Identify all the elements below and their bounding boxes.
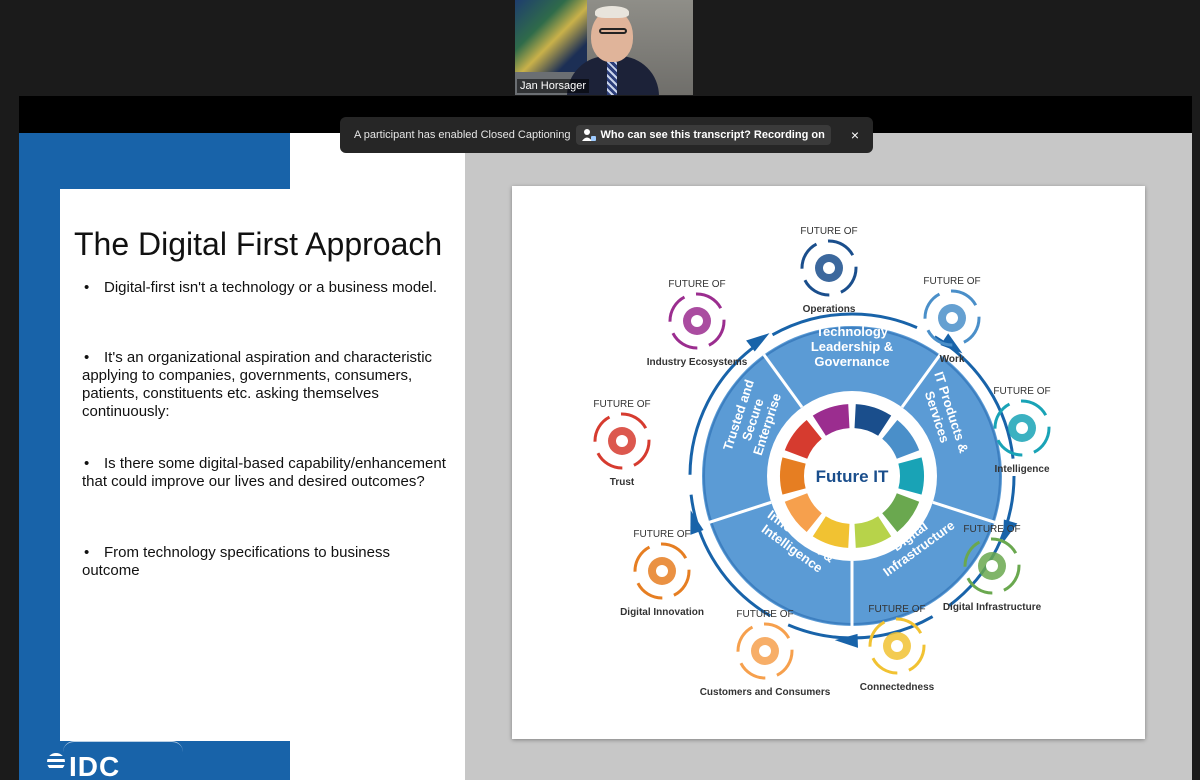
future-it-diagram-svg: TechnologyLeadership &GovernanceIT Produ… bbox=[593, 226, 1050, 698]
slide-blue-left-strip bbox=[19, 133, 60, 780]
icon-center bbox=[946, 312, 958, 324]
satellite-label: Operations bbox=[803, 304, 856, 315]
slide-bullet: • From technology specifications to busi… bbox=[82, 544, 447, 580]
bullet-dot: • bbox=[84, 544, 90, 561]
satellite-label: Digital Innovation bbox=[620, 607, 704, 618]
future-of-label: FUTURE OF bbox=[993, 386, 1050, 397]
segment-label-line: Technology bbox=[816, 324, 889, 339]
icon-center bbox=[986, 560, 998, 572]
segment-label-line: Leadership & bbox=[811, 339, 893, 354]
slide-bullet: • Is there some digital-based capability… bbox=[82, 455, 447, 491]
satellite-industry-ecosystems: FUTURE OF Industry Ecosystems bbox=[647, 279, 748, 368]
icon-center bbox=[656, 565, 668, 577]
future-of-label: FUTURE OF bbox=[736, 609, 793, 620]
icon-center bbox=[891, 640, 903, 652]
bullet-text: It's an organizational aspiration and ch… bbox=[82, 349, 433, 420]
bullet-text: Digital-first isn't a technology or a bu… bbox=[104, 279, 438, 296]
satellite-label: Work bbox=[940, 354, 965, 365]
inner-ring-segment bbox=[780, 457, 806, 495]
shared-screen: IDC The Digital First Approach • Digital… bbox=[19, 133, 1192, 780]
satellite-label: Digital Infrastructure bbox=[943, 602, 1042, 613]
idc-logo: IDC bbox=[47, 751, 121, 780]
future-of-label: FUTURE OF bbox=[800, 226, 857, 237]
slide-bullet: • It's an organizational aspiration and … bbox=[82, 349, 447, 421]
satellite-trust: FUTURE OF Trust bbox=[593, 399, 650, 488]
idc-logo-text: IDC bbox=[69, 751, 121, 780]
satellite-label: Industry Ecosystems bbox=[647, 357, 748, 368]
closed-caption-banner: A participant has enabled Closed Caption… bbox=[340, 117, 873, 153]
future-of-label: FUTURE OF bbox=[593, 399, 650, 410]
icon-center bbox=[1016, 422, 1028, 434]
segment-label: TechnologyLeadership &Governance bbox=[811, 324, 893, 369]
future-of-label: FUTURE OF bbox=[923, 276, 980, 287]
icon-center bbox=[691, 315, 703, 327]
transcript-info-label: Who can see this transcript? Recording o… bbox=[600, 129, 825, 141]
icon-center bbox=[823, 262, 835, 274]
future-of-label: FUTURE OF bbox=[963, 524, 1020, 535]
satellite-label: Intelligence bbox=[994, 464, 1049, 475]
satellite-digital-innovation: FUTURE OF Digital Innovation bbox=[620, 529, 704, 618]
satellite-label: Connectedness bbox=[860, 682, 935, 693]
bullet-dot: • bbox=[84, 455, 90, 472]
participant-glasses bbox=[599, 28, 627, 34]
center-label: Future IT bbox=[816, 467, 889, 486]
satellite-intelligence: FUTURE OF Intelligence bbox=[993, 386, 1050, 475]
icon-center bbox=[759, 645, 771, 657]
icon-center bbox=[616, 435, 628, 447]
inner-ring-segment bbox=[898, 457, 924, 495]
person-lock-icon bbox=[582, 129, 597, 141]
future-of-label: FUTURE OF bbox=[668, 279, 725, 290]
participant-video-tile[interactable]: Jan Horsager bbox=[515, 0, 693, 95]
participant-name-tag: Jan Horsager bbox=[517, 79, 590, 93]
satellite-label: Customers and Consumers bbox=[700, 687, 831, 698]
future-it-diagram: Technology Leadership & Governance IT Produ… bbox=[512, 186, 1145, 739]
segment-label-line: Governance bbox=[814, 354, 889, 369]
close-icon[interactable]: × bbox=[851, 127, 859, 143]
bullet-text: From technology specifications to busine… bbox=[82, 544, 390, 579]
satellite-label: Trust bbox=[610, 477, 635, 488]
background-painting bbox=[515, 0, 587, 72]
bullet-dot: • bbox=[84, 349, 90, 366]
satellite-customers-and-consumers: FUTURE OF Customers and Consumers bbox=[700, 609, 831, 698]
idc-logo-mark bbox=[47, 753, 65, 771]
future-of-label: FUTURE OF bbox=[633, 529, 690, 540]
bullet-dot: • bbox=[84, 279, 90, 296]
caption-notice: A participant has enabled Closed Caption… bbox=[354, 129, 571, 141]
future-of-label: FUTURE OF bbox=[868, 604, 925, 615]
satellite-operations: FUTURE OF Operations bbox=[800, 226, 857, 315]
participant-tie bbox=[607, 60, 617, 95]
slide-bullet: • Digital-first isn't a technology or a … bbox=[82, 279, 447, 297]
participant-hair bbox=[595, 6, 629, 18]
slide-title: The Digital First Approach bbox=[74, 226, 443, 262]
bullet-text: Is there some digital-based capability/e… bbox=[82, 455, 446, 490]
transcript-info-button[interactable]: Who can see this transcript? Recording o… bbox=[576, 125, 831, 145]
